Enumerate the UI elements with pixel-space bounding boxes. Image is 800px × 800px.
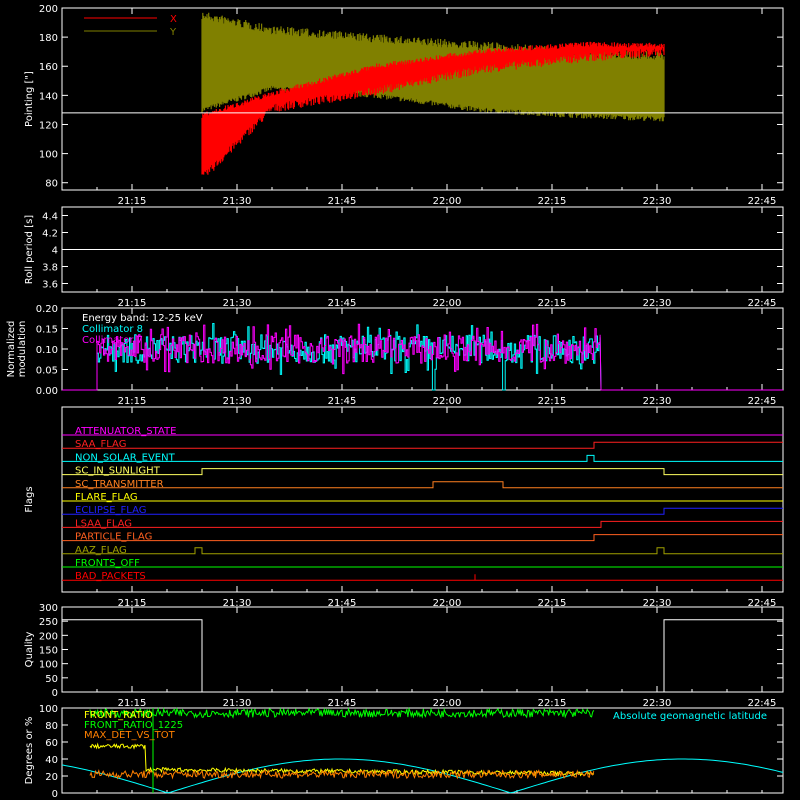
flag-label-saa-flag: SAA_FLAG <box>75 439 126 450</box>
legend-label-x: X <box>170 14 177 25</box>
y-axis-label-roll_period: Roll period [s] <box>24 215 35 284</box>
flag-label-eclipse-flag: ECLIPSE_FLAG <box>75 505 146 516</box>
x-tick-label-roll_period: 22:00 <box>433 298 462 309</box>
geomagnetic-latitude-annotation: Absolute geomagnetic latitude <box>613 711 767 722</box>
figure-canvas: 21:15 21:30 21:45 22:00 22:15 22:30 22:45 80 100… <box>0 0 800 800</box>
y-tick-label-roll_period: 4.2 <box>42 229 58 240</box>
y-axis-label-pointing: Pointing ["] <box>24 71 35 127</box>
x-tick-label-pointing: 22:00 <box>433 196 462 207</box>
x-tick-label-pointing: 21:45 <box>328 196 357 207</box>
y-tick-label-pointing: 80 <box>45 179 58 190</box>
x-tick-label-quality: 21:30 <box>223 698 252 709</box>
y-tick-label-quality: 50 <box>45 674 58 685</box>
x-tick-label-pointing: 22:45 <box>748 196 777 207</box>
y-tick-label-ratios: 20 <box>45 772 58 783</box>
y-tick-label-ratios: 60 <box>45 738 58 749</box>
flag-label-fronts-off: FRONTS_OFF <box>75 558 140 569</box>
x-tick-label-quality: 22:45 <box>748 698 777 709</box>
x-tick-label-quality: 21:45 <box>328 698 357 709</box>
legend-label-modulation: Collimator 8 <box>82 324 143 335</box>
x-tick-label-pointing: 21:15 <box>118 196 147 207</box>
flag-label-attenuator-state: ATTENUATOR_STATE <box>75 426 176 437</box>
y-tick-label-ratios: 100 <box>39 704 58 715</box>
flag-label-aaz-flag: AAZ_FLAG <box>75 545 127 556</box>
x-tick-label-quality: 21:15 <box>118 698 147 709</box>
x-tick-label-quality: 22:00 <box>433 698 462 709</box>
y-tick-label-roll_period: 4 <box>52 246 58 257</box>
flag-label-lsaa-flag: LSAA_FLAG <box>75 518 132 529</box>
x-tick-label-roll_period: 21:15 <box>118 298 147 309</box>
y-tick-label-pointing: 120 <box>39 120 58 131</box>
y-axis-label-flags: Flags <box>24 486 35 512</box>
y-tick-label-modulation: 0.20 <box>36 304 58 315</box>
y-tick-label-quality: 250 <box>39 617 58 628</box>
x-tick-label-roll_period: 21:30 <box>223 298 252 309</box>
y-tick-label-pointing: 160 <box>39 62 58 73</box>
x-tick-label-quality: 22:15 <box>538 698 567 709</box>
legend-label-modulation: Collimator 7 <box>82 335 143 346</box>
y-axis-label-modulation: modulation <box>17 321 28 378</box>
y-tick-label-ratios: 0 <box>52 789 58 800</box>
x-tick-label-modulation: 22:45 <box>748 396 777 407</box>
x-tick-label-pointing: 22:30 <box>643 196 672 207</box>
flag-label-non-solar-event: NON_SOLAR_EVENT <box>75 452 176 463</box>
x-tick-label-roll_period: 22:45 <box>748 298 777 309</box>
x-tick-label-modulation: 21:45 <box>328 396 357 407</box>
flag-label-flare-flag: FLARE_FLAG <box>75 492 138 503</box>
y-tick-label-ratios: 40 <box>45 755 58 766</box>
y-tick-label-pointing: 180 <box>39 33 58 44</box>
y-axis-label-modulation: Normalized <box>6 321 17 378</box>
y-tick-label-roll_period: 4.4 <box>42 212 58 223</box>
y-tick-label-modulation: 0.10 <box>36 345 58 356</box>
x-tick-label-modulation: 21:30 <box>223 396 252 407</box>
x-tick-label-modulation: 22:30 <box>643 396 672 407</box>
y-tick-label-ratios: 80 <box>45 721 58 732</box>
x-tick-label-pointing: 22:15 <box>538 196 567 207</box>
legend-label-ratios: MAX_DET_VS_TOT <box>84 730 176 741</box>
y-tick-label-pointing: 140 <box>39 91 58 102</box>
flag-label-sc-transmitter: SC_TRANSMITTER <box>75 479 164 490</box>
y-tick-label-roll_period: 3.8 <box>42 263 58 274</box>
y-tick-label-quality: 200 <box>39 631 58 642</box>
x-tick-label-modulation: 22:15 <box>538 396 567 407</box>
y-tick-label-roll_period: 3.6 <box>42 280 58 291</box>
y-tick-label-modulation: 0.05 <box>36 366 58 377</box>
y-tick-label-modulation: 0.00 <box>36 386 58 397</box>
y-tick-label-pointing: 100 <box>39 150 58 161</box>
x-tick-label-modulation: 21:15 <box>118 396 147 407</box>
legend-label-modulation: Energy band: 12-25 keV <box>82 313 203 324</box>
flag-label-sc-in-sunlight: SC_IN_SUNLIGHT <box>75 466 161 477</box>
y-tick-label-quality: 150 <box>39 646 58 657</box>
x-tick-label-roll_period: 22:15 <box>538 298 567 309</box>
x-tick-label-quality: 22:30 <box>643 698 672 709</box>
flag-label-particle-flag: PARTICLE_FLAG <box>75 532 152 543</box>
y-axis-label-ratios: Degrees or % <box>24 717 35 785</box>
flag-label-bad-packets: BAD_PACKETS <box>75 571 146 582</box>
x-tick-label-pointing: 21:30 <box>223 196 252 207</box>
y-tick-label-quality: 300 <box>39 603 58 614</box>
x-tick-label-roll_period: 21:45 <box>328 298 357 309</box>
y-axis-label-quality: Quality <box>24 632 35 668</box>
legend-label-y: Y <box>169 27 177 38</box>
y-tick-label-quality: 0 <box>52 688 58 699</box>
x-tick-label-modulation: 22:00 <box>433 396 462 407</box>
x-tick-label-roll_period: 22:30 <box>643 298 672 309</box>
y-tick-label-quality: 100 <box>39 660 58 671</box>
y-tick-label-modulation: 0.15 <box>36 325 58 336</box>
y-tick-label-pointing: 200 <box>39 4 58 15</box>
